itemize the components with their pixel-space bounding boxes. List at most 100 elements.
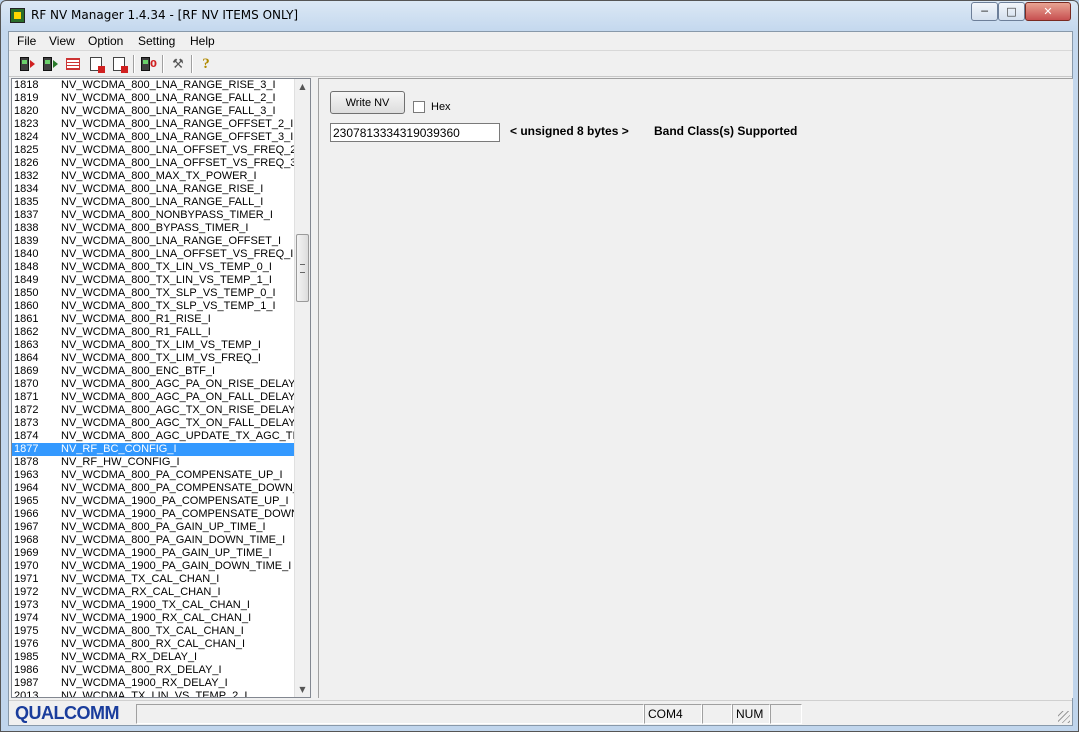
list-item[interactable]: 1871 NV_WCDMA_800_AGC_PA_ON_FALL_DELAY_ — [12, 391, 295, 404]
list-item[interactable]: 1864 NV_WCDMA_800_TX_LIM_VS_FREQ_I — [12, 352, 295, 365]
list-item[interactable]: 1850 NV_WCDMA_800_TX_SLP_VS_TEMP_0_I — [12, 287, 295, 300]
nv-item-name: NV_WCDMA_800_R1_FALL_I — [61, 326, 211, 338]
list-item[interactable]: 1826 NV_WCDMA_800_LNA_OFFSET_VS_FREQ_3_ — [12, 157, 295, 170]
write-nv-button[interactable]: Write NV — [330, 91, 405, 114]
list-item[interactable]: 1877 NV_RF_BC_CONFIG_I — [12, 443, 295, 456]
nv-item-number: 1970 — [14, 560, 39, 572]
maximize-button[interactable]: □ — [998, 2, 1025, 21]
menu-setting[interactable]: Setting — [138, 34, 175, 48]
write-phone-button[interactable] — [40, 54, 60, 74]
export-button[interactable] — [86, 54, 106, 74]
minimize-button[interactable]: ─ — [971, 2, 998, 21]
list-item[interactable]: 1848 NV_WCDMA_800_TX_LIN_VS_TEMP_0_I — [12, 261, 295, 274]
list-item[interactable]: 1874 NV_WCDMA_800_AGC_UPDATE_TX_AGC_TIM — [12, 430, 295, 443]
list-item[interactable]: 1870 NV_WCDMA_800_AGC_PA_ON_RISE_DELAY_ — [12, 378, 295, 391]
title-bar[interactable]: RF NV Manager 1.4.34 - [RF NV ITEMS ONLY… — [1, 1, 1078, 30]
list-item[interactable]: 1971 NV_WCDMA_TX_CAL_CHAN_I — [12, 573, 295, 586]
nv-item-number: 1860 — [14, 300, 39, 312]
list-item[interactable]: 1985 NV_WCDMA_RX_DELAY_I — [12, 651, 295, 664]
scroll-up-icon[interactable]: ▲ — [295, 79, 310, 94]
list-item[interactable]: 1968 NV_WCDMA_800_PA_GAIN_DOWN_TIME_I — [12, 534, 295, 547]
nv-item-name: NV_WCDMA_800_LNA_RANGE_FALL_2_I — [61, 92, 276, 104]
list-item[interactable]: 1823 NV_WCDMA_800_LNA_RANGE_OFFSET_2_I — [12, 118, 295, 131]
nv-item-name: NV_WCDMA_800_PA_COMPENSATE_DOWN_ — [61, 482, 295, 494]
menu-option[interactable]: Option — [88, 34, 123, 48]
list-item[interactable]: 1824 NV_WCDMA_800_LNA_RANGE_OFFSET_3_I — [12, 131, 295, 144]
list-item[interactable]: 1860 NV_WCDMA_800_TX_SLP_VS_TEMP_1_I — [12, 300, 295, 313]
list-item[interactable]: 1964 NV_WCDMA_800_PA_COMPENSATE_DOWN_ — [12, 482, 295, 495]
nv-item-number: 1826 — [14, 157, 39, 169]
list-item[interactable]: 1834 NV_WCDMA_800_LNA_RANGE_RISE_I — [12, 183, 295, 196]
list-item[interactable]: 1963 NV_WCDMA_800_PA_COMPENSATE_UP_I — [12, 469, 295, 482]
list-item[interactable]: 1869 NV_WCDMA_800_ENC_BTF_I — [12, 365, 295, 378]
nv-item-name: NV_WCDMA_800_PA_GAIN_UP_TIME_I — [61, 521, 266, 533]
list-item[interactable]: 1838 NV_WCDMA_800_BYPASS_TIMER_I — [12, 222, 295, 235]
list-item[interactable]: 1974 NV_WCDMA_1900_RX_CAL_CHAN_I — [12, 612, 295, 625]
hex-label: Hex — [431, 101, 451, 113]
list-item[interactable]: 1973 NV_WCDMA_1900_TX_CAL_CHAN_I — [12, 599, 295, 612]
status-port: COM4 — [644, 704, 702, 724]
list-item[interactable]: 1819 NV_WCDMA_800_LNA_RANGE_FALL_2_I — [12, 92, 295, 105]
list-item[interactable]: 1835 NV_WCDMA_800_LNA_RANGE_FALL_I — [12, 196, 295, 209]
list-item[interactable]: 1967 NV_WCDMA_800_PA_GAIN_UP_TIME_I — [12, 521, 295, 534]
list-item[interactable]: 1969 NV_WCDMA_1900_PA_GAIN_UP_TIME_I — [12, 547, 295, 560]
list-item[interactable]: 1986 NV_WCDMA_800_RX_DELAY_I — [12, 664, 295, 677]
list-item[interactable]: 1840 NV_WCDMA_800_LNA_OFFSET_VS_FREQ_I — [12, 248, 295, 261]
scroll-down-icon[interactable]: ▼ — [295, 682, 310, 697]
resize-grip-icon[interactable] — [1058, 711, 1070, 723]
nv-list-rows: 1818 NV_WCDMA_800_LNA_RANGE_RISE_3_I 1819 N… — [12, 79, 295, 697]
nv-item-name: NV_WCDMA_800_TX_LIM_VS_FREQ_I — [61, 352, 261, 364]
nv-grid-button[interactable] — [63, 54, 83, 74]
nv-item-list[interactable]: 1818 NV_WCDMA_800_LNA_RANGE_RISE_3_I 1819 N… — [11, 78, 311, 698]
menu-file[interactable]: File — [17, 34, 36, 48]
nv-grid-icon — [66, 58, 80, 70]
list-item[interactable]: 1975 NV_WCDMA_800_TX_CAL_CHAN_I — [12, 625, 295, 638]
list-item[interactable]: 1832 NV_WCDMA_800_MAX_TX_POWER_I — [12, 170, 295, 183]
nv-item-number: 1870 — [14, 378, 39, 390]
tool-icon: ⚒ — [172, 56, 184, 72]
list-item[interactable]: 1820 NV_WCDMA_800_LNA_RANGE_FALL_3_I — [12, 105, 295, 118]
list-item[interactable]: 1863 NV_WCDMA_800_TX_LIM_VS_TEMP_I — [12, 339, 295, 352]
phone-connect-button[interactable]: 0 — [139, 54, 159, 74]
tool-button[interactable]: ⚒ — [168, 54, 188, 74]
list-item[interactable]: 1972 NV_WCDMA_RX_CAL_CHAN_I — [12, 586, 295, 599]
list-item[interactable]: 1873 NV_WCDMA_800_AGC_TX_ON_FALL_DELAY_ — [12, 417, 295, 430]
qualcomm-logo: QUALCOMM — [15, 703, 119, 723]
nv-item-name: NV_WCDMA_800_AGC_TX_ON_FALL_DELAY_ — [61, 417, 295, 429]
scroll-thumb[interactable] — [296, 234, 309, 302]
list-item[interactable]: 1872 NV_WCDMA_800_AGC_TX_ON_RISE_DELAY_ — [12, 404, 295, 417]
nv-item-name: NV_WCDMA_800_RX_DELAY_I — [61, 664, 222, 676]
nv-item-name: NV_WCDMA_800_PA_COMPENSATE_UP_I — [61, 469, 283, 481]
list-item[interactable]: 1987 NV_WCDMA_1900_RX_DELAY_I — [12, 677, 295, 690]
list-item[interactable]: 2013 NV_WCDMA_TX_LIN_VS_TEMP_2_I — [12, 690, 295, 697]
list-item[interactable]: 1862 NV_WCDMA_800_R1_FALL_I — [12, 326, 295, 339]
list-item[interactable]: 1825 NV_WCDMA_800_LNA_OFFSET_VS_FREQ_2_ — [12, 144, 295, 157]
list-scrollbar[interactable]: ▲ ▼ — [294, 79, 310, 697]
write-phone-icon — [42, 57, 58, 71]
list-item[interactable]: 1839 NV_WCDMA_800_LNA_RANGE_OFFSET_I — [12, 235, 295, 248]
menu-view[interactable]: View — [49, 34, 75, 48]
menu-help[interactable]: Help — [190, 34, 215, 48]
read-phone-button[interactable] — [17, 54, 37, 74]
list-item[interactable]: 1861 NV_WCDMA_800_R1_RISE_I — [12, 313, 295, 326]
nv-item-number: 1873 — [14, 417, 39, 429]
nv-item-name: NV_WCDMA_1900_PA_COMPENSATE_DOWN — [61, 508, 295, 520]
nv-item-number: 1869 — [14, 365, 39, 377]
list-item[interactable]: 1878 NV_RF_HW_CONFIG_I — [12, 456, 295, 469]
list-item[interactable]: 1818 NV_WCDMA_800_LNA_RANGE_RISE_3_I — [12, 79, 295, 92]
import-button[interactable] — [109, 54, 129, 74]
list-item[interactable]: 1849 NV_WCDMA_800_TX_LIN_VS_TEMP_1_I — [12, 274, 295, 287]
list-item[interactable]: 1966 NV_WCDMA_1900_PA_COMPENSATE_DOWN — [12, 508, 295, 521]
nv-item-number: 1974 — [14, 612, 39, 624]
list-item[interactable]: 1837 NV_WCDMA_800_NONBYPASS_TIMER_I — [12, 209, 295, 222]
list-item[interactable]: 1976 NV_WCDMA_800_RX_CAL_CHAN_I — [12, 638, 295, 651]
nv-value-field[interactable]: 2307813334319039360 — [330, 123, 500, 142]
maximize-icon: □ — [1006, 5, 1017, 18]
app-icon — [10, 8, 25, 23]
hex-checkbox[interactable] — [413, 101, 425, 113]
read-phone-icon — [19, 57, 35, 71]
list-item[interactable]: 1965 NV_WCDMA_1900_PA_COMPENSATE_UP_I — [12, 495, 295, 508]
list-item[interactable]: 1970 NV_WCDMA_1900_PA_GAIN_DOWN_TIME_I — [12, 560, 295, 573]
close-button[interactable]: ✕ — [1025, 2, 1071, 21]
help-button[interactable]: ? — [196, 54, 216, 74]
